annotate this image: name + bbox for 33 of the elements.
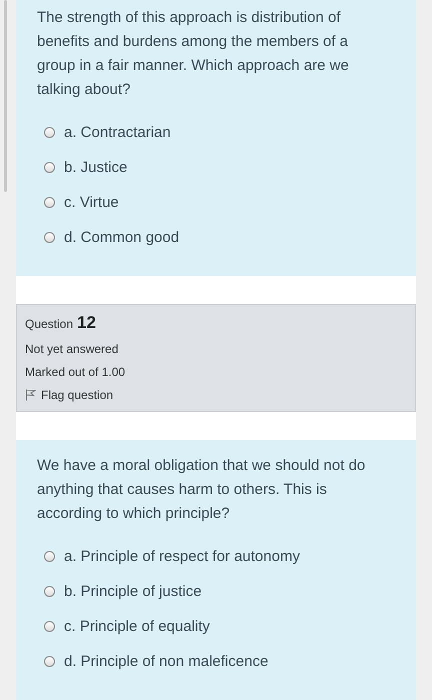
answer-option[interactable]: c. Principle of equality bbox=[44, 616, 382, 637]
radio-button[interactable] bbox=[44, 232, 55, 243]
radio-button[interactable] bbox=[44, 197, 55, 208]
scrollbar[interactable] bbox=[4, 0, 7, 192]
flag-icon bbox=[25, 389, 36, 401]
answer-status: Not yet answered bbox=[25, 342, 120, 356]
option-label: b. Principle of justice bbox=[64, 582, 202, 602]
option-label: d. Common good bbox=[64, 228, 180, 248]
answer-option[interactable]: d. Principle of non maleficence bbox=[44, 651, 382, 672]
answer-option[interactable]: d. Common good bbox=[44, 227, 382, 248]
option-label: d. Principle of non maleficence bbox=[64, 652, 268, 672]
option-label: b. Justice bbox=[64, 158, 128, 178]
radio-button[interactable] bbox=[44, 162, 55, 173]
answer-option[interactable]: a. Contractarian bbox=[44, 122, 382, 143]
radio-button[interactable] bbox=[44, 586, 55, 597]
answer-option[interactable]: b. Justice bbox=[44, 157, 382, 178]
radio-button[interactable] bbox=[44, 621, 55, 632]
option-label: c. Virtue bbox=[64, 193, 119, 213]
option-label: a. Principle of respect for autonomy bbox=[64, 547, 300, 567]
answer-option[interactable]: b. Principle of justice bbox=[44, 581, 382, 602]
marks-text: Marked out of 1.00 bbox=[25, 365, 126, 379]
question-label: Question bbox=[25, 317, 74, 331]
radio-button[interactable] bbox=[44, 656, 55, 667]
flag-question-button[interactable]: Flag question bbox=[25, 388, 114, 402]
option-label: a. Contractarian bbox=[64, 123, 171, 143]
answer-option[interactable]: c. Virtue bbox=[44, 192, 382, 213]
question-text: We have a moral obligation that we should not do anything that causes harm to others. This is according to which principle? bbox=[37, 456, 366, 524]
question-text: The strength of this approach is distribution of benefits and burdens among the members of a group in a fair manner. Which approach are we talking about? bbox=[37, 8, 350, 100]
answer-option[interactable]: a. Principle of respect for autonomy bbox=[44, 546, 382, 567]
radio-button[interactable] bbox=[44, 127, 55, 138]
option-label: c. Principle of equality bbox=[64, 617, 210, 637]
question-number: 12 bbox=[77, 313, 96, 333]
radio-button[interactable] bbox=[44, 551, 55, 562]
